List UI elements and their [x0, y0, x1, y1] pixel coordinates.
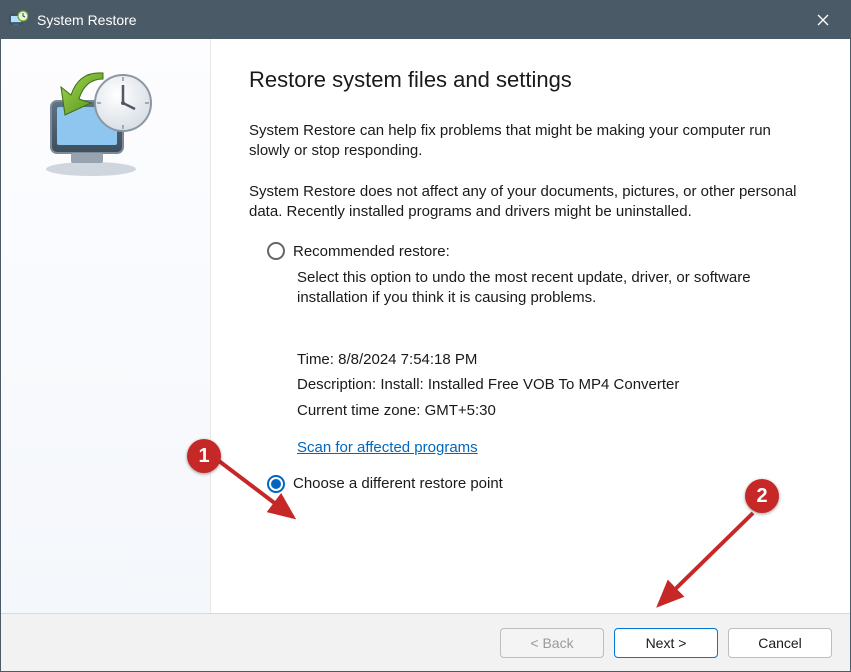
window-title: System Restore: [37, 12, 137, 28]
content-area: Restore system files and settings System…: [1, 39, 850, 613]
cancel-button[interactable]: Cancel: [728, 628, 832, 658]
title-bar: System Restore: [1, 1, 850, 39]
close-button[interactable]: [796, 1, 850, 39]
recommended-restore-radio[interactable]: Recommended restore:: [267, 242, 810, 260]
wizard-footer: < Back Next > Cancel: [1, 613, 850, 671]
different-restore-point-radio[interactable]: Choose a different restore point: [267, 475, 810, 493]
radio-checked-icon: [267, 475, 285, 493]
different-restore-point-label: Choose a different restore point: [293, 475, 503, 492]
right-panel: Restore system files and settings System…: [211, 39, 850, 613]
recommended-restore-description: Select this option to undo the most rece…: [297, 268, 810, 309]
back-button[interactable]: < Back: [500, 628, 604, 658]
left-panel: [1, 39, 211, 613]
system-restore-graphic-icon: [31, 69, 161, 179]
intro-paragraph-1: System Restore can help fix problems tha…: [249, 121, 810, 162]
callout-badge-2: 2: [745, 479, 779, 513]
description-line: Description: Install: Installed Free VOB…: [297, 372, 810, 398]
timezone-line: Current time zone: GMT+5:30: [297, 398, 810, 424]
restore-point-details: Time: 8/8/2024 7:54:18 PM Description: I…: [297, 347, 810, 461]
callout-badge-1: 1: [187, 439, 221, 473]
recommended-restore-label: Recommended restore:: [293, 243, 450, 260]
restore-options: Recommended restore: Select this option …: [267, 242, 810, 493]
radio-unchecked-icon: [267, 242, 285, 260]
page-heading: Restore system files and settings: [249, 67, 810, 93]
intro-paragraph-2: System Restore does not affect any of yo…: [249, 182, 810, 223]
next-button[interactable]: Next >: [614, 628, 718, 658]
system-restore-icon: [7, 9, 29, 31]
scan-affected-programs-link[interactable]: Scan for affected programs: [297, 439, 478, 456]
time-line: Time: 8/8/2024 7:54:18 PM: [297, 347, 810, 373]
